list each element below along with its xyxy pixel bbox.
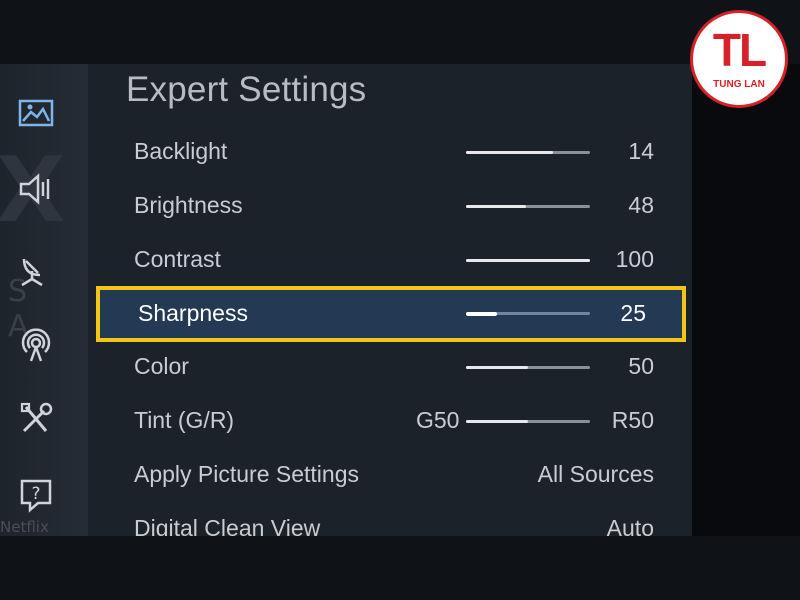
setting-value: All Sources [537, 461, 654, 487]
setting-label: Backlight [134, 138, 228, 164]
setting-value: 14 [628, 138, 654, 164]
slider-fill [466, 205, 526, 208]
setting-label: Digital Clean View [134, 515, 321, 536]
setting-tint[interactable]: Tint (G/R) G50 R50 [96, 395, 690, 449]
page-title: Expert Settings [126, 70, 367, 109]
setting-slider[interactable] [466, 259, 590, 262]
picture-icon[interactable] [14, 94, 58, 132]
expert-settings-panel: Expert Settings Backlight 14 Brightness … [88, 64, 692, 536]
setting-value: Auto [606, 515, 654, 536]
support-icon[interactable]: ? [14, 476, 58, 514]
tv-bottom-area [0, 536, 800, 600]
setting-label: Apply Picture Settings [134, 461, 360, 487]
setting-value: 50 [628, 353, 654, 379]
setting-slider[interactable] [466, 420, 590, 423]
setting-sharpness[interactable]: Sharpness 25 [96, 286, 686, 342]
setting-label: Contrast [134, 246, 221, 272]
slider-fill [466, 311, 497, 316]
setting-value: 100 [615, 246, 654, 272]
tv-screen: X S A ? Netflix Expert Settings Backligh… [0, 0, 800, 600]
slider-fill [466, 259, 590, 262]
logo-text: TUNG LAN [713, 79, 765, 90]
setting-slider[interactable] [466, 151, 590, 154]
setting-backlight[interactable]: Backlight 14 [96, 126, 690, 180]
right-pane [692, 64, 800, 536]
sound-icon[interactable] [14, 170, 58, 208]
setting-label: Brightness [134, 192, 243, 218]
watermark-bottom: Netflix [0, 518, 49, 536]
setting-slider[interactable] [466, 205, 590, 208]
network-icon[interactable] [14, 326, 58, 364]
slider-fill [466, 151, 553, 154]
setting-slider[interactable] [466, 311, 590, 316]
setting-value: R50 [611, 407, 654, 433]
slider-fill [466, 366, 528, 369]
broadcast-icon[interactable] [14, 250, 58, 288]
setting-left-value: G50 [416, 407, 460, 433]
setting-apply-picture[interactable]: Apply Picture Settings All Sources [96, 449, 690, 503]
svg-text:?: ? [31, 484, 40, 504]
setting-label: Color [134, 353, 189, 379]
setting-contrast[interactable]: Contrast 100 [96, 234, 690, 288]
setting-color[interactable]: Color 50 [96, 341, 690, 395]
settings-sidebar: X S A ? [0, 64, 88, 536]
setting-digital-clean-view[interactable]: Digital Clean View Auto [96, 503, 690, 536]
tools-icon[interactable] [14, 400, 58, 438]
setting-slider[interactable] [466, 366, 590, 369]
setting-value: 48 [628, 192, 654, 218]
setting-value: 25 [620, 300, 646, 326]
logo-letters: TL [712, 24, 767, 76]
setting-label: Sharpness [138, 300, 248, 326]
brand-logo: TL TUNG LAN [690, 10, 788, 108]
setting-brightness[interactable]: Brightness 48 [96, 180, 690, 234]
tv-top-area [0, 0, 800, 64]
setting-label: Tint (G/R) [134, 407, 235, 433]
slider-fill [466, 420, 528, 423]
